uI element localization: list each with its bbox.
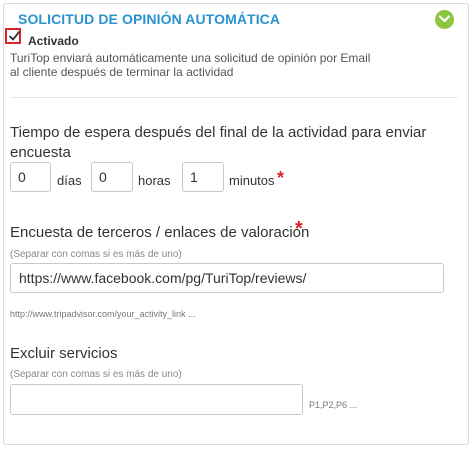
minutes-label: minutos — [229, 173, 275, 188]
survey-links-input[interactable] — [10, 263, 444, 293]
activated-description-line1: TuriTop enviará automáticamente una soli… — [10, 51, 371, 65]
survey-links-label: Encuesta de terceros / enlaces de valora… — [10, 224, 310, 241]
exclude-services-example: P1,P2,P6 ... — [309, 400, 358, 410]
section-divider — [10, 97, 458, 98]
exclude-services-input[interactable] — [10, 384, 303, 415]
checkmark-icon — [8, 30, 21, 41]
days-input[interactable] — [10, 162, 51, 192]
activated-description: TuriTop enviará automáticamente una soli… — [10, 51, 410, 79]
wait-time-label: Tiempo de espera después del final de la… — [10, 124, 427, 161]
activated-label: Activado — [28, 34, 79, 48]
survey-links-hint: (Separar con comas si es más de uno) — [10, 249, 182, 260]
hours-input[interactable] — [91, 162, 133, 192]
minutes-input[interactable] — [182, 162, 224, 192]
panel-title: SOLICITUD DE OPINIÓN AUTOMÁTICA — [18, 11, 281, 27]
panel-header[interactable]: SOLICITUD DE OPINIÓN AUTOMÁTICA — [4, 4, 468, 32]
days-label: días — [57, 173, 82, 188]
wait-time-required-mark: * — [277, 168, 285, 188]
exclude-services-label: Excluir servicios — [10, 345, 118, 362]
activated-checkbox[interactable] — [5, 28, 21, 44]
survey-links-required-mark: * — [295, 218, 303, 240]
survey-links-example: http://www.tripadvisor.com/your_activity… — [10, 309, 196, 319]
hours-label: horas — [138, 173, 171, 188]
exclude-services-hint: (Separar con comas si es más de uno) — [10, 369, 182, 380]
chevron-down-icon[interactable] — [435, 10, 454, 29]
activated-description-line2: al cliente después de terminar la activi… — [10, 65, 234, 79]
